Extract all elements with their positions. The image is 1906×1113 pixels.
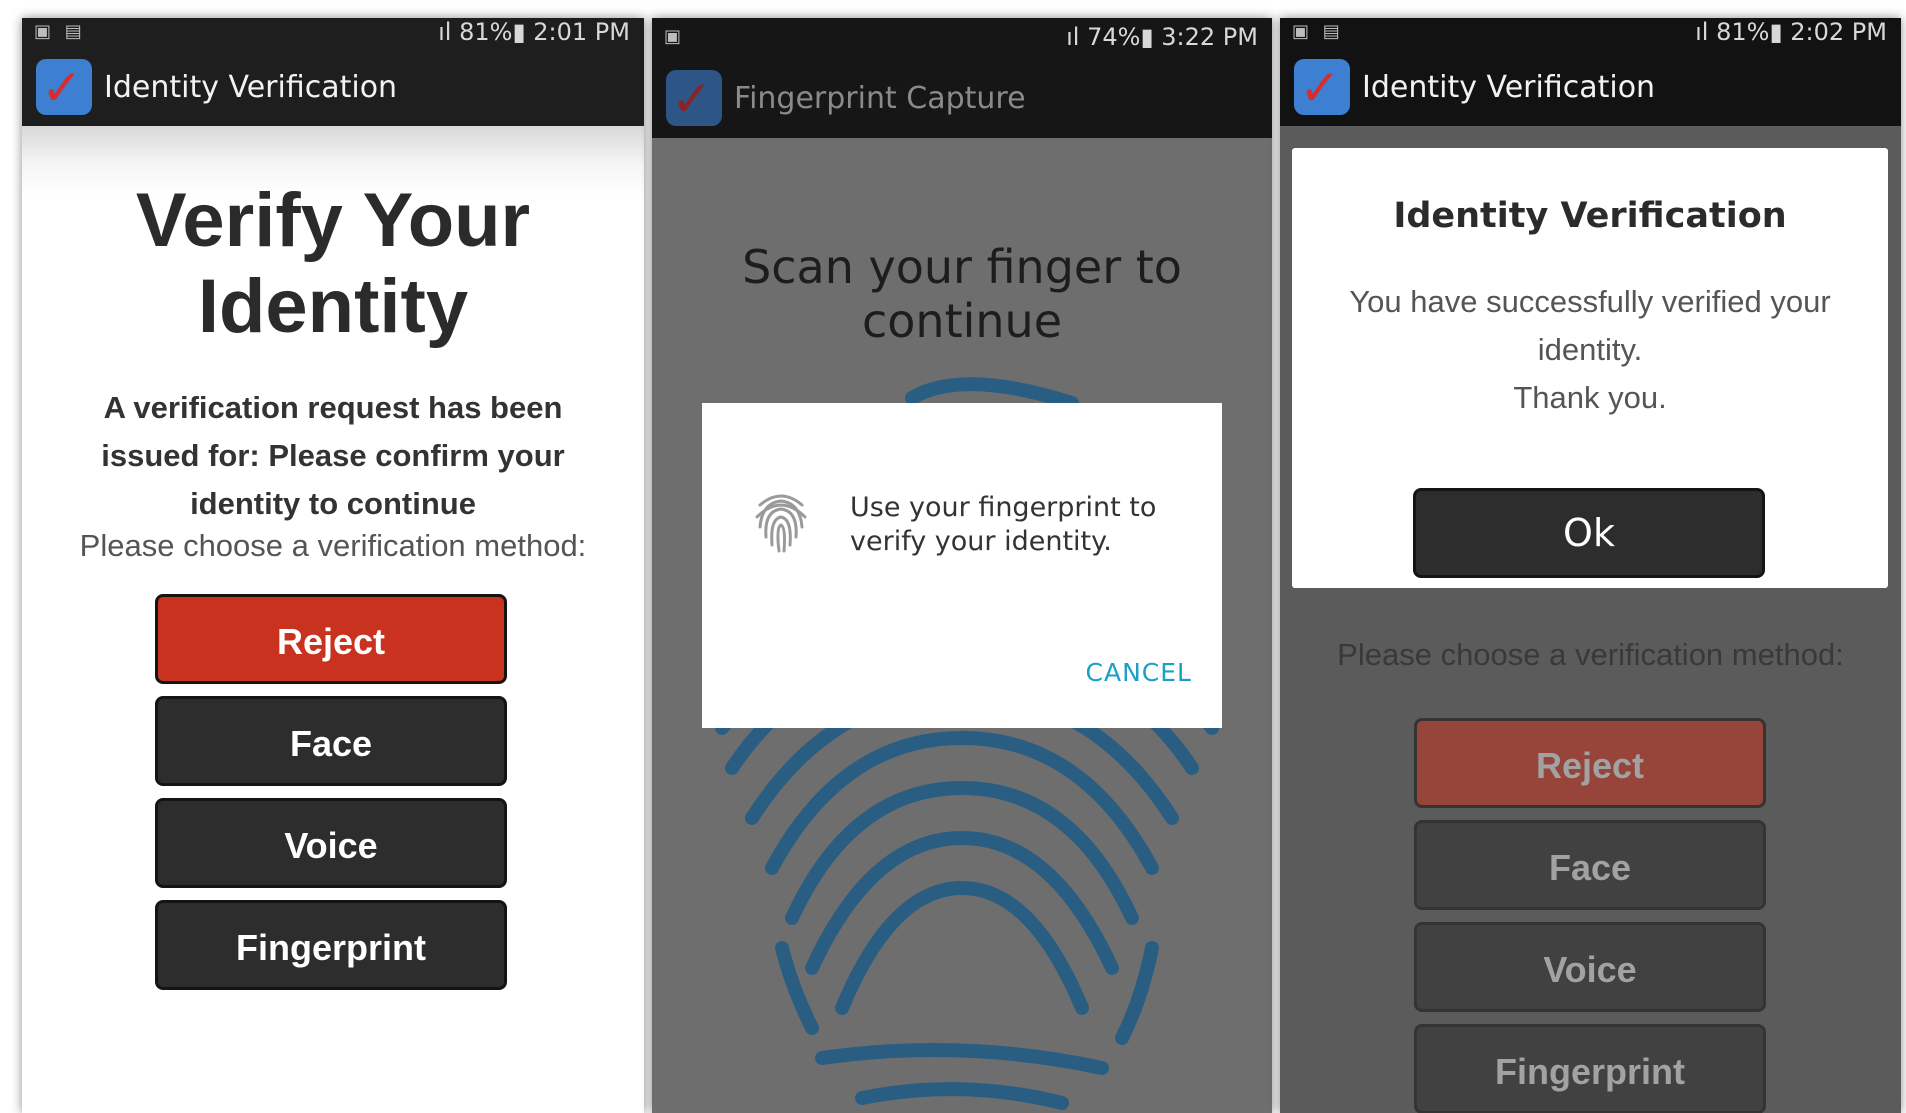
choose-method-label: Please choose a verification method: [1337,637,1844,672]
success-dialog-title: Identity Verification [1393,196,1787,236]
success-message-line-2: Thank you. [1513,380,1667,415]
fingerprint-dialog: Use your fingerprint to verify your iden… [702,403,1222,728]
status-battery-time: ıl 81%▮ 2:02 PM [1695,18,1887,46]
reject-button: Reject [1414,718,1766,808]
fingerprint-button: Fingerprint [1414,1024,1766,1113]
app-logo-icon: ✓ [666,70,722,126]
ok-button[interactable]: Ok [1413,488,1765,578]
app-bar: ✓ Identity Verification [1280,48,1901,126]
face-button[interactable]: Face [155,696,507,786]
status-bar: ▣ ıl 74%▮ 3:22 PM [652,18,1272,58]
status-battery-time: ıl 81%▮ 2:01 PM [438,18,630,46]
screen-fingerprint-capture: ▣ ıl 74%▮ 3:22 PM ✓ Fingerprint Capture … [652,18,1272,1113]
choose-method-label: Please choose a verification method: [79,528,587,563]
voice-button[interactable]: Voice [155,798,507,888]
app-bar: ✓ Identity Verification [22,48,644,126]
request-description: A verification request has been issued f… [101,390,565,521]
success-message-line-1: You have successfully verified your iden… [1349,284,1831,367]
main-content: Verify Your Identity A verification requ… [22,126,644,1113]
app-bar-title: Identity Verification [104,69,398,105]
status-bar: ▣ ▤ ıl 81%▮ 2:01 PM [22,18,644,48]
success-dialog-message: You have successfully verified your iden… [1312,278,1868,422]
app-logo-icon: ✓ [36,59,92,115]
face-button: Face [1414,820,1766,910]
page-title: Verify Your Identity [135,178,531,349]
success-dialog: Identity Verification You have successfu… [1292,148,1888,588]
status-battery-time: ıl 74%▮ 3:22 PM [1066,23,1258,51]
app-bar: ✓ Fingerprint Capture [652,58,1272,138]
screen-verification-success: ▣ ▤ ıl 81%▮ 2:02 PM ✓ Identity Verificat… [1280,18,1901,1113]
app-bar-title: Identity Verification [1362,69,1656,105]
scan-instruction: Scan your finger to continue [742,240,1182,348]
status-notification-icons: ▣ ▤ [1292,21,1344,42]
reject-button[interactable]: Reject [155,594,507,684]
fingerprint-icon [755,494,807,553]
voice-button: Voice [1414,922,1766,1012]
app-logo-icon: ✓ [1294,59,1350,115]
status-bar: ▣ ▤ ıl 81%▮ 2:02 PM [1280,18,1901,48]
fingerprint-button[interactable]: Fingerprint [155,900,507,990]
app-bar-title: Fingerprint Capture [734,80,1026,116]
status-notification-icons: ▣ [664,26,686,47]
status-notification-icons: ▣ ▤ [34,21,86,42]
screen-verify-identity: ▣ ▤ ıl 81%▮ 2:01 PM ✓ Identity Verificat… [22,18,644,1113]
cancel-button[interactable]: CANCEL [1086,658,1192,687]
fingerprint-dialog-message: Use your fingerprint to verify your iden… [850,492,1157,557]
